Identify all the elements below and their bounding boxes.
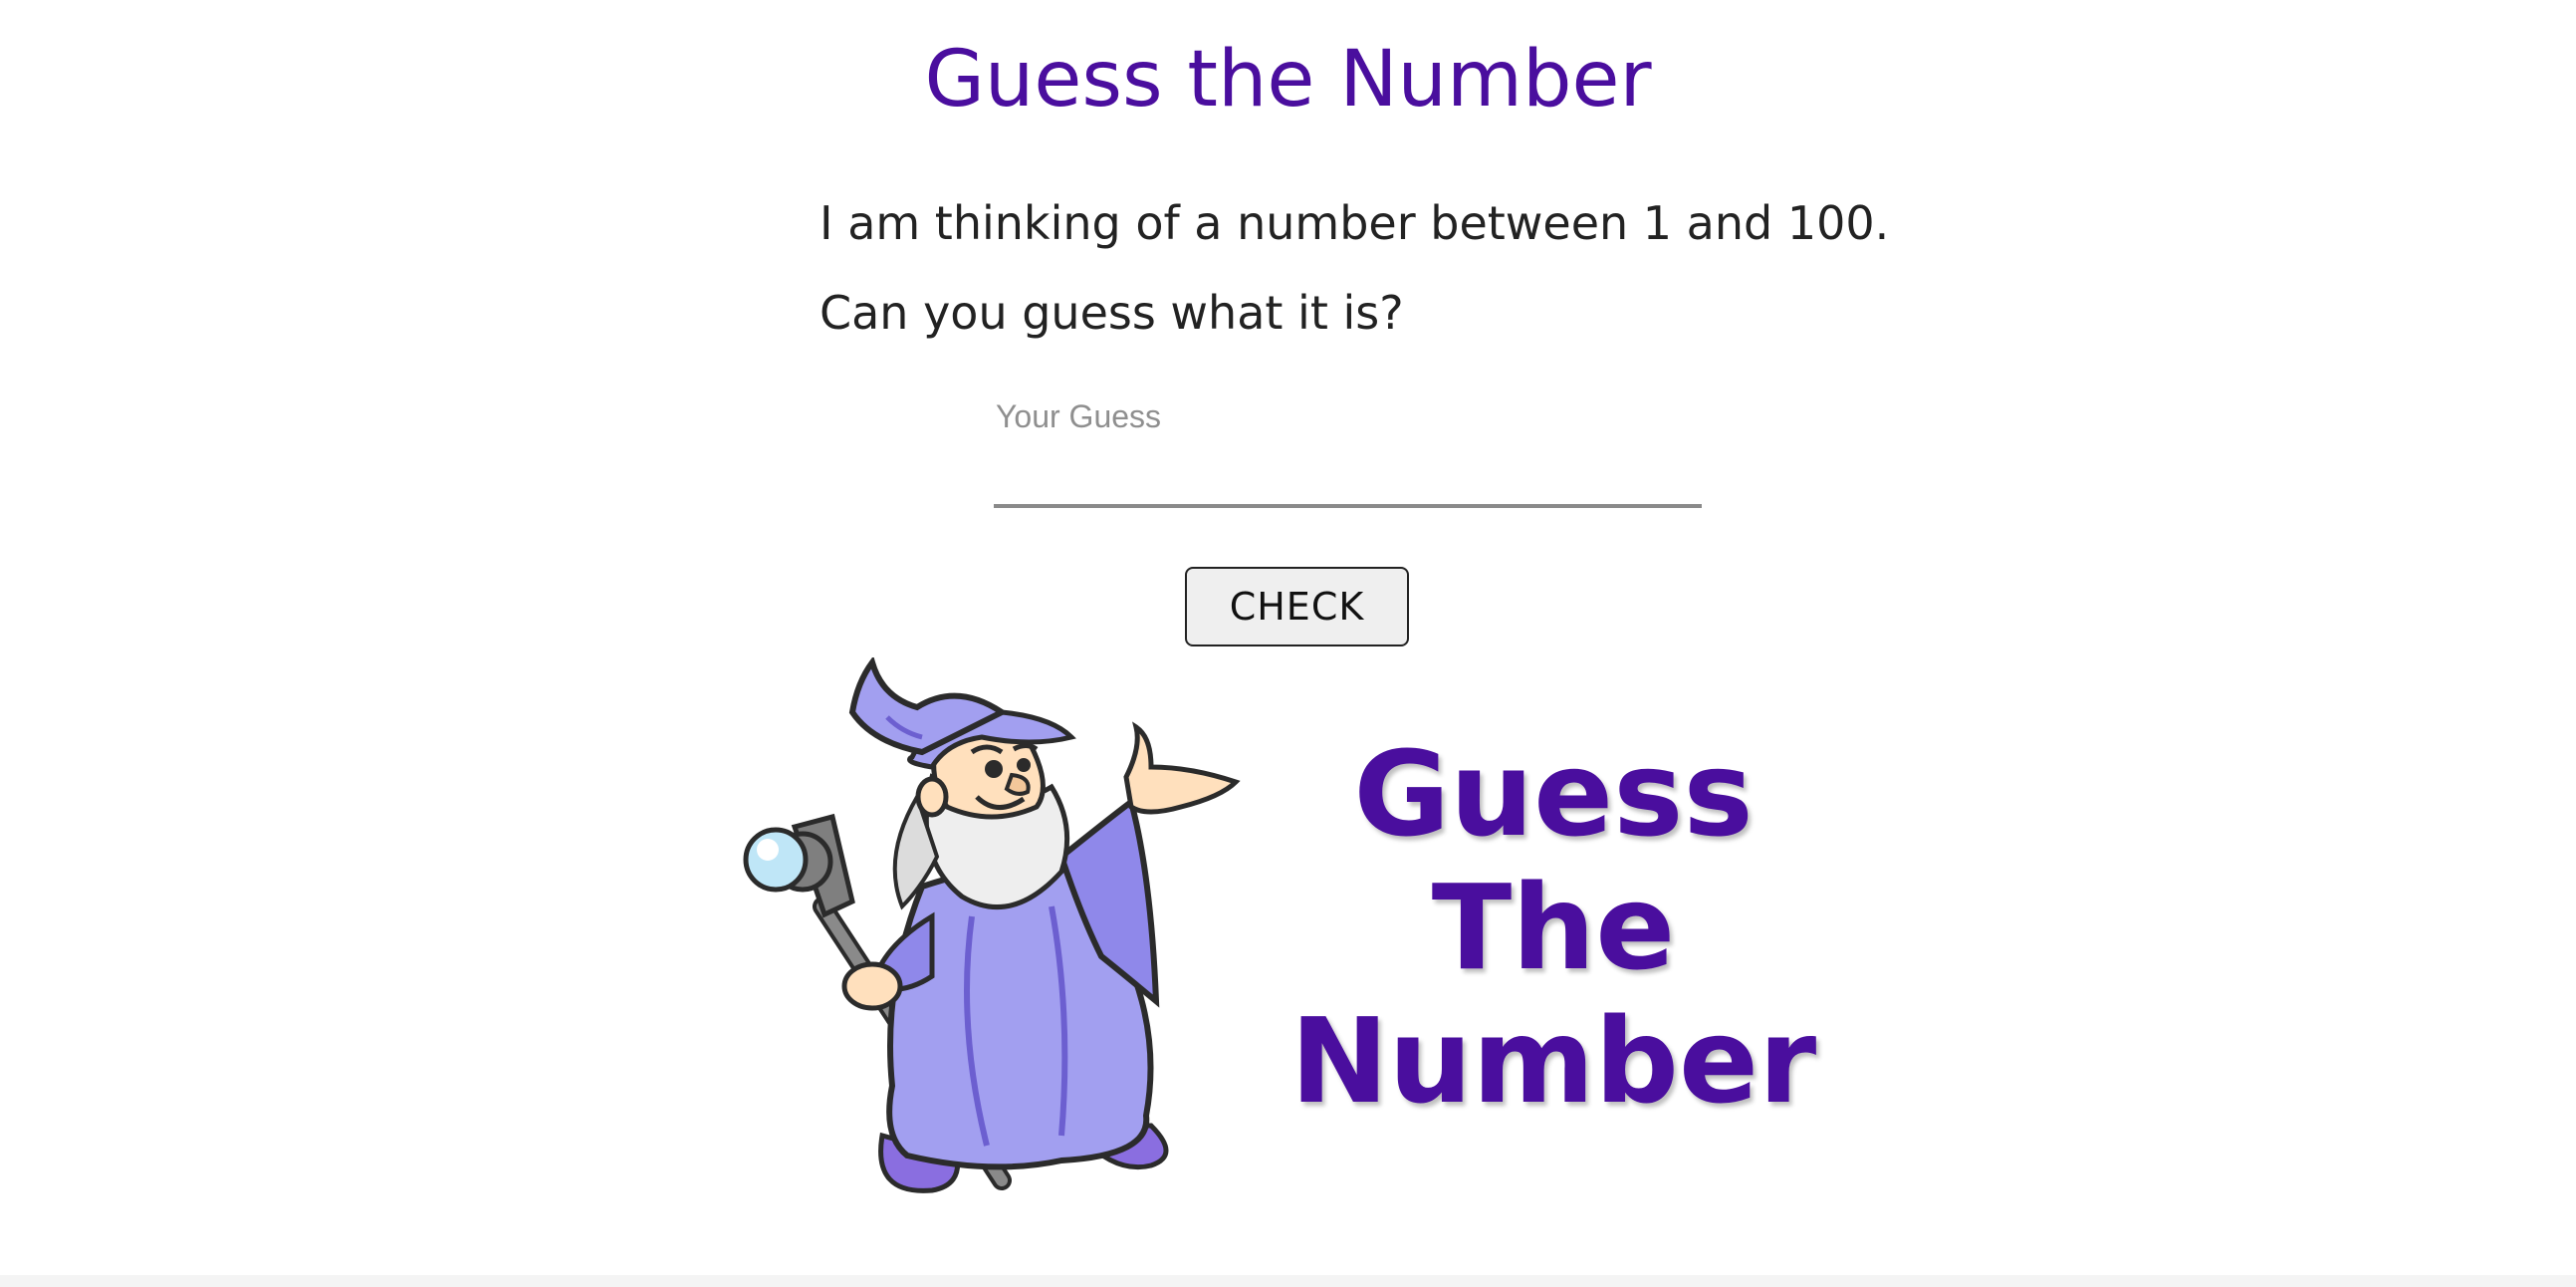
page-title: Guess the Number <box>924 35 1652 125</box>
prompt-text: Can you guess what it is? <box>820 286 1404 340</box>
page-bottom-edge <box>0 1275 2576 1287</box>
check-button[interactable]: CHECK <box>1185 567 1409 646</box>
guess-input[interactable] <box>994 394 1702 508</box>
logo-wordmark: Guess The Number <box>1285 727 1822 1128</box>
logo-line-the: The <box>1431 859 1676 996</box>
logo-line-guess: Guess <box>1353 725 1754 863</box>
guess-field: Your Guess <box>994 394 1702 510</box>
logo-line-number: Number <box>1289 992 1817 1130</box>
guess-the-number-page: Guess the Number I am thinking of a numb… <box>0 0 2576 1287</box>
intro-text: I am thinking of a number between 1 and … <box>820 196 1890 250</box>
wizard-illustration <box>743 657 1241 1193</box>
